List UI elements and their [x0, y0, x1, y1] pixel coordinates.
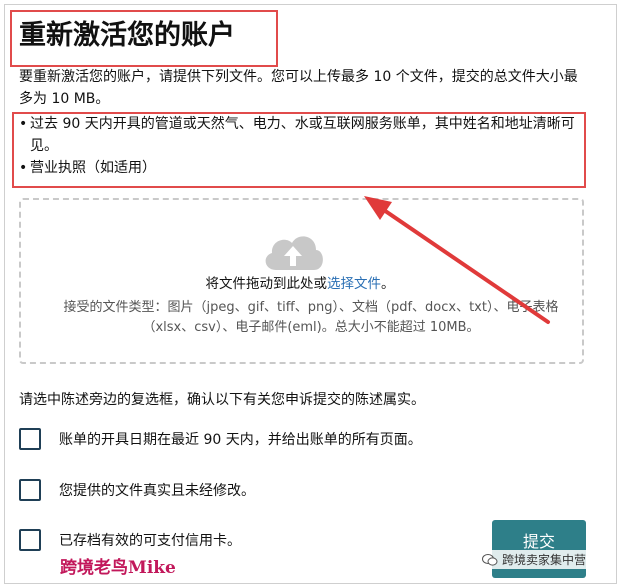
dropzone-instruction: 将文件拖动到此处或选择文件。: [0, 274, 600, 294]
checkbox[interactable]: [19, 428, 41, 450]
page-title: 重新激活您的账户: [19, 20, 235, 51]
dropzone-text-suffix: 。: [381, 276, 395, 292]
intro-text: 要重新激活您的账户，请提供下列文件。您可以上传最多 10 个文件，提交的总文件大…: [19, 69, 578, 107]
list-item: • 过去 90 天内开具的管道或天然气、电力、水或互联网服务账单，其中姓名和地址清…: [19, 116, 575, 154]
checkbox-label: 您提供的文件真实且未经修改。: [59, 483, 255, 499]
checkbox-label: 账单的开具日期在最近 90 天内，并给出账单的所有页面。: [59, 432, 422, 448]
cloud-upload-icon[interactable]: [258, 228, 328, 274]
checkbox[interactable]: [19, 479, 41, 501]
list-item: • 营业执照（如适用）: [19, 160, 156, 176]
requirement-text: 营业执照（如适用）: [30, 160, 156, 176]
submit-button[interactable]: 提交: [492, 520, 586, 578]
checkbox[interactable]: [19, 529, 41, 551]
checkbox-row-authentic[interactable]: 您提供的文件真实且未经修改。: [19, 479, 589, 505]
requirements-list: • 过去 90 天内开具的管道或天然气、电力、水或互联网服务账单，其中姓名和地址清…: [19, 113, 579, 179]
checkbox-label: 已存档有效的可支付信用卡。: [59, 533, 241, 549]
requirement-text: 过去 90 天内开具的管道或天然气、电力、水或互联网服务账单，其中姓名和地址清晰…: [30, 116, 575, 154]
checkbox-row-bill-date[interactable]: 账单的开具日期在最近 90 天内，并给出账单的所有页面。: [19, 428, 589, 454]
choose-file-link[interactable]: 选择文件: [327, 276, 381, 292]
confirm-prompt: 请选中陈述旁边的复选框，确认以下有关您申诉提交的陈述属实。: [19, 392, 425, 408]
watermark-right: 跨境卖家集中营: [478, 550, 591, 569]
accepted-file-types: 接受的文件类型：图片（jpeg、gif、tiff、png）、文档（pdf、doc…: [63, 300, 559, 335]
watermark-right-text: 跨境卖家集中营: [502, 553, 587, 567]
watermark-left: 跨境老鸟Mike: [60, 558, 176, 578]
wechat-icon: [482, 553, 498, 566]
dropzone-text: 将文件拖动到此处或: [205, 276, 328, 292]
